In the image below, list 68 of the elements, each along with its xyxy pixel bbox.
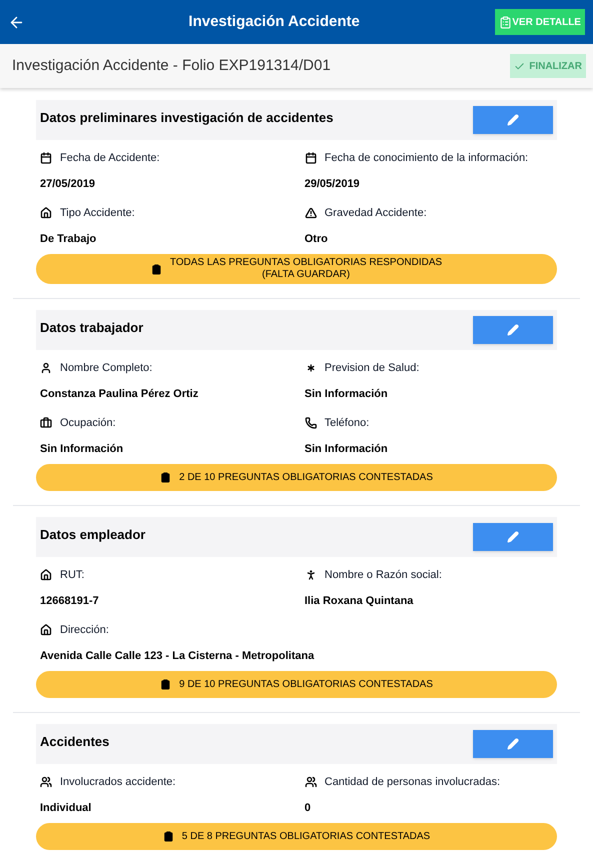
field-label: Prevision de Salud: [324, 361, 420, 376]
field-label: Teléfono: [324, 416, 370, 431]
field-value: 12668191-7 [40, 594, 100, 608]
field-label: Nombre o Razón social: [324, 568, 442, 583]
field-value: Otro [304, 232, 329, 246]
field-label: Ocupación: [60, 416, 116, 431]
field-label: Cantidad de personas involucradas: [324, 775, 500, 790]
status-text: 2 DE 10 PREGUNTAS OBLIGATORIAS CONTESTADAS [179, 472, 433, 484]
field-value: Individual [40, 800, 92, 816]
field-label: Involucrados accidente: [60, 775, 176, 790]
field-label: Gravedad Accidente: [324, 206, 427, 221]
field-value: 27/05/2019 [40, 176, 96, 192]
status-banner[interactable]: 9 DE 10 PREGUNTAS OBLIGATORIAS CONTESTADAS [36, 671, 557, 698]
section-title: Datos trabajador [40, 319, 144, 337]
clipboard-icon [499, 16, 512, 28]
calendar-icon [40, 152, 52, 164]
status-banner[interactable]: 2 DE 10 PREGUNTAS OBLIGATORIAS CONTESTADAS [36, 464, 557, 491]
field-value: Avenida Calle Calle 123 - La Cisterna - Metropolitana [40, 648, 316, 664]
user-icon [40, 362, 52, 374]
edit-button[interactable] [473, 730, 553, 758]
home-icon [40, 624, 52, 636]
pencil-icon [507, 531, 519, 543]
pencil-icon [507, 114, 519, 126]
field-value: Sin Información [304, 442, 389, 456]
status-text: (FALTA GUARDAR) [262, 269, 350, 281]
calendar-icon [304, 152, 316, 164]
edit-button[interactable] [473, 523, 553, 551]
users-icon [304, 776, 316, 788]
field-value: De Trabajo [40, 232, 98, 246]
section-title: Datos empleador [40, 526, 146, 544]
status-text: 9 DE 10 PREGUNTAS OBLIGATORIAS CONTESTADAS [179, 678, 433, 690]
finish-button: FINALIZAR [510, 54, 586, 78]
person-icon [304, 569, 316, 582]
field-value: Sin Información [40, 442, 124, 456]
edit-button[interactable] [473, 106, 553, 134]
field-label: Dirección: [60, 623, 109, 638]
home-icon [40, 569, 52, 582]
field-value: 0 [304, 800, 312, 816]
field-value: Ilia Roxana Quintana [304, 594, 414, 608]
edit-button[interactable] [473, 316, 553, 344]
clipboard-icon [150, 264, 162, 274]
users-icon [40, 776, 52, 788]
page-title: Investigación Accidente - Folio EXP191314/D01 [12, 56, 331, 76]
field-value: Constanza Paulina Pérez Ortiz [40, 386, 200, 402]
field-label: Nombre Completo: [60, 361, 152, 376]
field-value: 29/05/2019 [304, 176, 361, 192]
status-text: 5 DE 8 PREGUNTAS OBLIGATORIAS CONTESTADAS [182, 830, 430, 842]
warning-icon [304, 207, 316, 220]
field-label: RUT: [60, 568, 84, 583]
field-value: Sin Información [304, 386, 389, 402]
home-icon [40, 207, 52, 220]
pencil-icon [507, 324, 519, 336]
phone-icon [304, 417, 316, 430]
section-title: Accidentes [40, 733, 110, 751]
field-label: Fecha de Accidente: [60, 151, 160, 166]
clipboard-icon [160, 472, 172, 483]
section-title: Datos preliminares investigación de accidentes [40, 109, 334, 127]
pencil-icon [507, 738, 519, 750]
field-label: Fecha de conocimiento de la información: [324, 151, 528, 166]
status-banner[interactable]: 5 DE 8 PREGUNTAS OBLIGATORIAS CONTESTADAS [36, 823, 557, 850]
briefcase-icon [40, 417, 52, 430]
status-banner[interactable]: TODAS LAS PREGUNTAS OBLIGATORIAS RESPONDIDAS (FALTA GUARDAR) [36, 254, 557, 284]
check-icon [514, 60, 526, 72]
field-label: Tipo Accidente: [60, 206, 135, 221]
clipboard-icon [160, 679, 172, 690]
app-title: Investigación Accidente [188, 12, 360, 32]
clipboard-icon [162, 831, 174, 842]
status-text: TODAS LAS PREGUNTAS OBLIGATORIAS RESPONDIDAS [170, 257, 442, 269]
